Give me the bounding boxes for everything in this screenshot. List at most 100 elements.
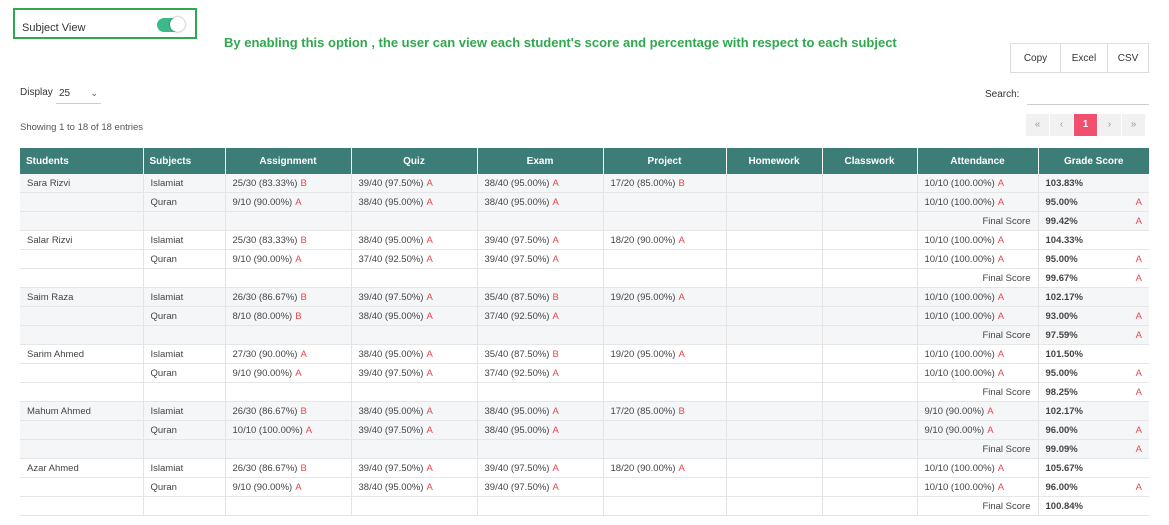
column-header[interactable]: Assignment bbox=[224, 148, 351, 174]
grade-score-letter: A bbox=[1135, 367, 1142, 379]
assignment-grade: B bbox=[295, 310, 302, 322]
column-header[interactable]: Classwork bbox=[821, 148, 917, 174]
assignment-grade: B bbox=[300, 291, 307, 303]
column-header[interactable]: Homework bbox=[725, 148, 822, 174]
empty-cell bbox=[350, 325, 477, 345]
quiz-score: 39/40 (97.50%) bbox=[358, 177, 424, 189]
classwork-cell bbox=[821, 287, 917, 307]
final-score-value: 99.09% bbox=[1045, 443, 1078, 455]
column-header[interactable]: Quiz bbox=[350, 148, 477, 174]
exam-score: 38/40 (95.00%) bbox=[484, 177, 550, 189]
final-score-cell: 100.84% bbox=[1037, 496, 1149, 516]
final-score-value: 99.67% bbox=[1045, 272, 1078, 284]
student-name-cell bbox=[20, 363, 143, 383]
first-page-button[interactable]: « bbox=[1026, 114, 1049, 136]
quiz-score: 39/40 (97.50%) bbox=[358, 424, 424, 436]
grade-score-cell: 102.17% bbox=[1037, 401, 1149, 421]
empty-cell bbox=[821, 496, 917, 516]
grade-score-cell: 105.67% bbox=[1037, 458, 1149, 478]
page-1-button[interactable]: 1 bbox=[1074, 114, 1097, 136]
assignment-cell: 9/10 (90.00%) A bbox=[224, 192, 351, 212]
grade-score-cell: 95.00% A bbox=[1037, 192, 1149, 212]
last-page-button[interactable]: » bbox=[1122, 114, 1145, 136]
assignment-cell: 9/10 (90.00%) A bbox=[224, 363, 351, 383]
subject-cell: Islamiat bbox=[142, 458, 225, 478]
project-grade: A bbox=[678, 291, 685, 303]
subject-cell: Quran bbox=[142, 306, 225, 326]
student-name-cell: Mahum Ahmed bbox=[20, 401, 143, 421]
excel-button[interactable]: Excel bbox=[1060, 43, 1108, 73]
subject-view-switch[interactable] bbox=[157, 17, 185, 32]
next-page-button[interactable]: › bbox=[1098, 114, 1121, 136]
project-cell bbox=[602, 363, 726, 383]
project-grade: A bbox=[678, 462, 685, 474]
student-name-cell: Azar Ahmed bbox=[20, 458, 143, 478]
assignment-score: 25/30 (83.33%) bbox=[232, 177, 298, 189]
final-score-cell: 99.67% A bbox=[1037, 268, 1149, 288]
exam-grade: B bbox=[552, 348, 559, 360]
project-cell bbox=[602, 192, 726, 212]
homework-cell bbox=[725, 477, 822, 497]
prev-page-button[interactable]: ‹ bbox=[1050, 114, 1073, 136]
project-cell: 19/20 (95.00%) A bbox=[602, 344, 726, 364]
quiz-grade: A bbox=[426, 196, 433, 208]
student-name-cell: Salar Rizvi bbox=[20, 230, 143, 250]
subject-cell: Quran bbox=[142, 363, 225, 383]
exam-score: 38/40 (95.00%) bbox=[484, 196, 550, 208]
exam-grade: A bbox=[552, 481, 559, 493]
attendance-cell: 10/10 (100.00%) A bbox=[916, 230, 1038, 250]
attendance-grade: A bbox=[997, 481, 1005, 493]
column-header[interactable]: Attendance bbox=[916, 148, 1038, 174]
empty-cell bbox=[725, 268, 822, 288]
assignment-score: 9/10 (90.00%) bbox=[232, 196, 293, 208]
empty-cell bbox=[725, 382, 822, 402]
column-header[interactable]: Exam bbox=[476, 148, 603, 174]
table-row: Quran 9/10 (90.00%) A 37/40 (92.50%) A 39/40 … bbox=[20, 249, 1149, 269]
classwork-cell bbox=[821, 249, 917, 269]
assignment-grade: A bbox=[295, 253, 302, 265]
classwork-cell bbox=[821, 192, 917, 212]
quiz-grade: A bbox=[426, 424, 433, 436]
quiz-grade: A bbox=[426, 348, 433, 360]
empty-cell bbox=[821, 382, 917, 402]
empty-cell bbox=[476, 211, 603, 231]
attendance-grade: A bbox=[997, 348, 1005, 360]
quiz-score: 38/40 (95.00%) bbox=[358, 196, 424, 208]
quiz-cell: 39/40 (97.50%) A bbox=[350, 458, 477, 478]
grade-score-value: 93.00% bbox=[1045, 310, 1078, 322]
table-header-row: Students Subjects Assignment Quiz Exam P… bbox=[20, 148, 1149, 174]
assignment-grade: A bbox=[300, 348, 307, 360]
subject-cell: Quran bbox=[142, 249, 225, 269]
assignment-cell: 9/10 (90.00%) A bbox=[224, 477, 351, 497]
exam-score: 39/40 (97.50%) bbox=[484, 462, 550, 474]
attendance-grade: A bbox=[997, 196, 1005, 208]
empty-cell bbox=[725, 439, 822, 459]
assignment-score: 9/10 (90.00%) bbox=[232, 481, 293, 493]
column-header[interactable]: Students bbox=[20, 148, 143, 174]
empty-cell bbox=[142, 211, 225, 231]
quiz-cell: 38/40 (95.00%) A bbox=[350, 401, 477, 421]
csv-button[interactable]: CSV bbox=[1107, 43, 1149, 73]
column-header[interactable]: Subjects bbox=[142, 148, 225, 174]
exam-grade: A bbox=[552, 424, 559, 436]
attendance-grade: A bbox=[997, 253, 1005, 265]
column-header[interactable]: Grade Score bbox=[1037, 148, 1149, 174]
homework-cell bbox=[725, 249, 822, 269]
homework-cell bbox=[725, 306, 822, 326]
project-score: 19/20 (95.00%) bbox=[610, 291, 676, 303]
empty-cell bbox=[224, 325, 351, 345]
quiz-grade: A bbox=[426, 481, 433, 493]
homework-cell bbox=[725, 344, 822, 364]
column-header[interactable]: Project bbox=[602, 148, 726, 174]
empty-cell bbox=[224, 496, 351, 516]
attendance-score: 10/10 (100.00%) bbox=[924, 177, 995, 189]
homework-cell bbox=[725, 174, 822, 193]
copy-button[interactable]: Copy bbox=[1010, 43, 1061, 73]
attendance-cell: 10/10 (100.00%) A bbox=[916, 363, 1038, 383]
search-input[interactable] bbox=[1027, 86, 1149, 105]
subject-cell: Islamiat bbox=[142, 344, 225, 364]
grade-score-cell: 96.00% A bbox=[1037, 477, 1149, 497]
empty-cell bbox=[476, 439, 603, 459]
display-count-select[interactable]: 25 ⌄ bbox=[56, 85, 101, 104]
quiz-score: 39/40 (97.50%) bbox=[358, 367, 424, 379]
